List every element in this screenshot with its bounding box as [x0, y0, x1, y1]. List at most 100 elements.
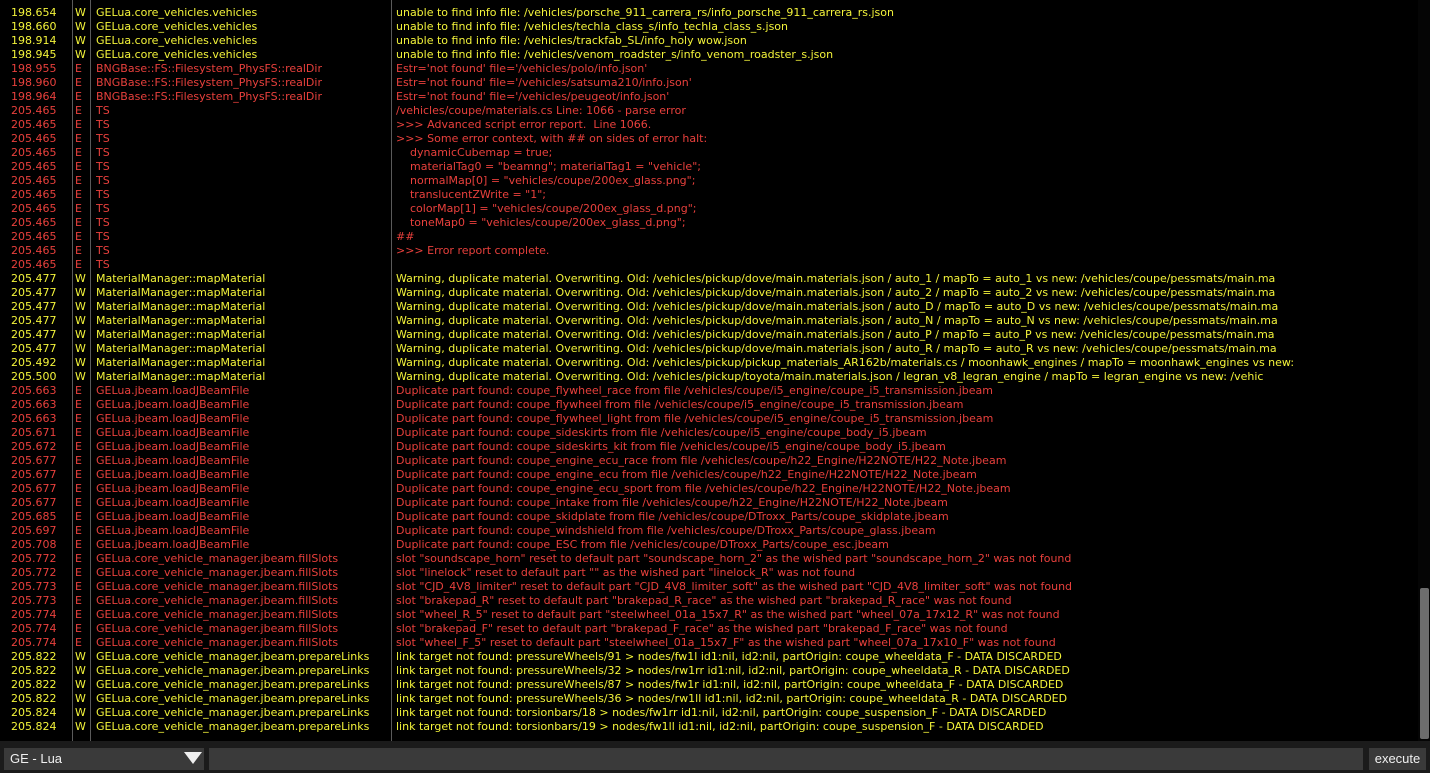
log-message: colorMap[1] = "vehicles/coupe/200ex_glas… — [396, 202, 697, 215]
log-timestamp: 205.465 — [11, 118, 57, 131]
log-timestamp: 205.477 — [11, 314, 57, 327]
log-severity: E — [75, 202, 82, 215]
log-timestamp: 198.914 — [11, 34, 57, 47]
log-timestamp: 205.465 — [11, 216, 57, 229]
log-severity: W — [75, 328, 86, 341]
log-severity: E — [75, 104, 82, 117]
vertical-scrollbar[interactable] — [1418, 0, 1430, 741]
log-severity: E — [75, 160, 82, 173]
log-source: MaterialManager::mapMaterial — [96, 314, 266, 327]
log-timestamp: 198.654 — [11, 6, 57, 19]
log-timestamp: 205.772 — [11, 566, 57, 579]
log-timestamp: 198.945 — [11, 48, 57, 61]
execute-button[interactable]: execute — [1369, 748, 1426, 770]
log-message: Estr='not found' file='/vehicles/peugeot… — [396, 90, 670, 103]
log-timestamp: 205.465 — [11, 244, 57, 257]
log-severity: E — [75, 426, 82, 439]
log-message: link target not found: pressureWheels/91… — [396, 650, 1062, 663]
log-source: GELua.jbeam.loadJBeamFile — [96, 440, 250, 453]
log-timestamp: 205.477 — [11, 300, 57, 313]
column-separator — [72, 0, 73, 741]
log-message: toneMap0 = "vehicles/coupe/200ex_glass_d… — [396, 216, 686, 229]
log-severity: W — [75, 314, 86, 327]
log-severity: E — [75, 538, 82, 551]
log-timestamp: 205.663 — [11, 384, 57, 397]
log-message: unable to find info file: /vehicles/veno… — [396, 48, 834, 61]
log-source: GELua.core_vehicle_manager.jbeam.fillSlo… — [96, 622, 339, 635]
log-message: Duplicate part found: coupe_engine_ecu_r… — [396, 454, 1007, 467]
log-severity: E — [75, 230, 82, 243]
log-source: TS — [96, 160, 110, 173]
context-dropdown[interactable]: GE - Lua — [4, 748, 204, 770]
log-severity: E — [75, 566, 82, 579]
log-source: GELua.core_vehicle_manager.jbeam.prepare… — [96, 678, 370, 691]
log-source: GELua.core_vehicle_manager.jbeam.prepare… — [96, 706, 370, 719]
log-severity: W — [75, 678, 86, 691]
log-severity: E — [75, 440, 82, 453]
log-message: >>> Advanced script error report. Line 1… — [396, 118, 652, 131]
log-source: MaterialManager::mapMaterial — [96, 328, 266, 341]
scrollbar-thumb[interactable] — [1420, 588, 1429, 739]
log-message: link target not found: pressureWheels/87… — [396, 678, 1064, 691]
log-severity: E — [75, 482, 82, 495]
log-timestamp: 205.663 — [11, 398, 57, 411]
column-separator — [391, 0, 392, 741]
log-message: unable to find info file: /vehicles/pors… — [396, 6, 894, 19]
log-timestamp: 205.774 — [11, 622, 57, 635]
log-source: GELua.jbeam.loadJBeamFile — [96, 468, 250, 481]
log-message: slot "brakepad_F" reset to default part … — [396, 622, 1008, 635]
log-timestamp: 205.697 — [11, 524, 57, 537]
log-severity: W — [75, 20, 86, 33]
log-message: link target not found: pressureWheels/36… — [396, 692, 1068, 705]
log-timestamp: 205.465 — [11, 230, 57, 243]
log-message: normalMap[0] = "vehicles/coupe/200ex_gla… — [396, 174, 696, 187]
log-message: materialTag0 = "beamng"; materialTag1 = … — [396, 160, 701, 173]
log-timestamp: 205.822 — [11, 692, 57, 705]
log-source: MaterialManager::mapMaterial — [96, 356, 266, 369]
log-source: TS — [96, 230, 110, 243]
log-message: unable to find info file: /vehicles/tech… — [396, 20, 788, 33]
log-source: GELua.jbeam.loadJBeamFile — [96, 510, 250, 523]
log-severity: E — [75, 468, 82, 481]
log-source: GELua.jbeam.loadJBeamFile — [96, 524, 250, 537]
log-message: dynamicCubemap = true; — [396, 146, 553, 159]
log-source: GELua.core_vehicles.vehicles — [96, 48, 258, 61]
log-source: TS — [96, 104, 110, 117]
log-source: GELua.core_vehicle_manager.jbeam.fillSlo… — [96, 636, 339, 649]
column-separator — [90, 0, 91, 741]
log-timestamp: 205.773 — [11, 580, 57, 593]
log-source: GELua.jbeam.loadJBeamFile — [96, 538, 250, 551]
log-message: >>> Error report complete. — [396, 244, 550, 257]
log-severity: E — [75, 384, 82, 397]
log-severity: W — [75, 370, 86, 383]
log-source: GELua.jbeam.loadJBeamFile — [96, 398, 250, 411]
log-message: slot "CJD_4V8_limiter" reset to default … — [396, 580, 1073, 593]
log-timestamp: 205.774 — [11, 636, 57, 649]
log-severity: W — [75, 692, 86, 705]
log-timestamp: 205.824 — [11, 706, 57, 719]
chevron-down-icon[interactable] — [184, 752, 202, 764]
log-severity: E — [75, 146, 82, 159]
log-severity: E — [75, 76, 82, 89]
log-timestamp: 205.822 — [11, 650, 57, 663]
log-timestamp: 205.672 — [11, 440, 57, 453]
log-timestamp: 205.677 — [11, 496, 57, 509]
log-message: Duplicate part found: coupe_intake from … — [396, 496, 948, 509]
log-timestamp: 205.477 — [11, 328, 57, 341]
log-timestamp: 205.465 — [11, 146, 57, 159]
log-timestamp: 205.822 — [11, 678, 57, 691]
log-timestamp: 205.465 — [11, 160, 57, 173]
log-severity: E — [75, 552, 82, 565]
log-severity: E — [75, 594, 82, 607]
log-source: MaterialManager::mapMaterial — [96, 272, 266, 285]
log-source: GELua.core_vehicle_manager.jbeam.fillSlo… — [96, 594, 339, 607]
log-severity: E — [75, 174, 82, 187]
log-message: slot "wheel_R_5" reset to default part "… — [396, 608, 1060, 621]
log-message: >>> Some error context, with ## on sides… — [396, 132, 708, 145]
log-source: MaterialManager::mapMaterial — [96, 286, 266, 299]
command-input[interactable] — [209, 748, 1363, 770]
log-message: Warning, duplicate material. Overwriting… — [396, 286, 1276, 299]
log-timestamp: 205.772 — [11, 552, 57, 565]
log-timestamp: 205.465 — [11, 258, 57, 271]
log-source: GELua.core_vehicles.vehicles — [96, 34, 258, 47]
